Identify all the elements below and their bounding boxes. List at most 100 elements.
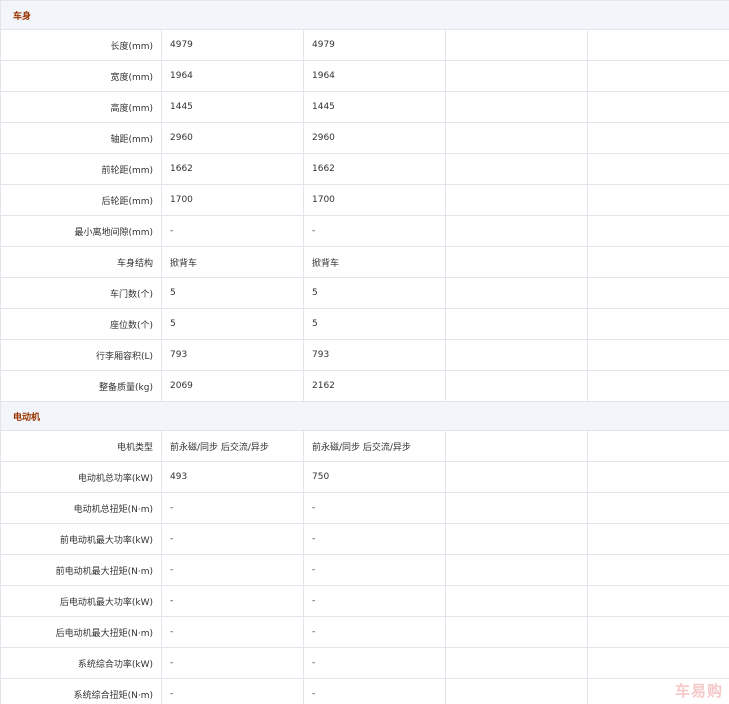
spec-value-col-2: 1700 [303,184,446,216]
spec-value-col-2: 前永磁/同步 后交流/异步 [303,430,446,462]
spec-value-col-4 [587,430,729,462]
spec-value-col-4 [587,461,729,493]
spec-value-col-1: 793 [161,339,304,371]
spec-value-col-3 [445,523,588,555]
table-row: 系统综合功率(kW) - - [0,647,729,679]
spec-label: 宽度(mm) [0,60,162,92]
spec-value-col-3 [445,153,588,185]
spec-value-col-4 [587,523,729,555]
table-row: 系统综合扭矩(N·m) - - [0,678,729,704]
spec-value-col-1: - [161,215,304,247]
spec-value-col-1: 1662 [161,153,304,185]
table-row: 后轮距(mm) 1700 1700 [0,184,729,216]
table-row: 行李厢容积(L) 793 793 [0,339,729,371]
spec-value-col-1: 2069 [161,370,304,402]
spec-label: 轴距(mm) [0,122,162,154]
spec-value-col-2: 4979 [303,29,446,61]
spec-value-col-1: - [161,523,304,555]
spec-value-col-3 [445,60,588,92]
spec-value-col-1: 5 [161,308,304,340]
spec-value-col-3 [445,492,588,524]
spec-label: 系统综合功率(kW) [0,647,162,679]
spec-value-col-1: - [161,616,304,648]
spec-label: 行李厢容积(L) [0,339,162,371]
spec-value-col-3 [445,184,588,216]
spec-value-col-3 [445,308,588,340]
spec-value-col-1: - [161,647,304,679]
spec-value-col-2: 5 [303,308,446,340]
spec-value-col-4 [587,60,729,92]
spec-value-col-4 [587,678,729,704]
spec-value-col-2: 1662 [303,153,446,185]
spec-value-col-3 [445,554,588,586]
spec-value-col-4 [587,647,729,679]
spec-value-col-3 [445,370,588,402]
spec-value-col-4 [587,492,729,524]
spec-value-col-2: 793 [303,339,446,371]
spec-label: 前轮距(mm) [0,153,162,185]
spec-label: 电机类型 [0,430,162,462]
spec-value-col-1: 5 [161,277,304,309]
spec-value-col-4 [587,616,729,648]
spec-value-col-1: - [161,554,304,586]
spec-label: 长度(mm) [0,29,162,61]
spec-value-col-2: 1964 [303,60,446,92]
table-row: 车身结构 掀背车 掀背车 [0,246,729,278]
spec-value-col-1: 1964 [161,60,304,92]
table-row: 轴距(mm) 2960 2960 [0,122,729,154]
spec-value-col-3 [445,678,588,704]
spec-value-col-1: 掀背车 [161,246,304,278]
spec-value-col-1: 2960 [161,122,304,154]
spec-label: 后电动机最大功率(kW) [0,585,162,617]
spec-label: 前电动机最大功率(kW) [0,523,162,555]
spec-value-col-2: 1445 [303,91,446,123]
spec-value-col-1: - [161,678,304,704]
spec-label: 车门数(个) [0,277,162,309]
spec-value-col-2: - [303,678,446,704]
spec-value-col-2: 2162 [303,370,446,402]
spec-value-col-2: - [303,523,446,555]
spec-value-col-2: 掀背车 [303,246,446,278]
spec-page: 车身 长度(mm) 4979 4979 宽度(mm) 1964 1964 高度(mm) 1445… [0,0,729,704]
table-row: 后电动机最大功率(kW) - - [0,585,729,617]
spec-value-col-4 [587,554,729,586]
table-row: 电动机总功率(kW) 493 750 [0,461,729,493]
spec-value-col-3 [445,122,588,154]
spec-value-col-4 [587,153,729,185]
spec-value-col-2: - [303,215,446,247]
table-row: 座位数(个) 5 5 [0,308,729,340]
table-row: 电机类型 前永磁/同步 后交流/异步 前永磁/同步 后交流/异步 [0,430,729,462]
table-row: 后电动机最大扭矩(N·m) - - [0,616,729,648]
spec-label: 前电动机最大扭矩(N·m) [0,554,162,586]
table-row: 高度(mm) 1445 1445 [0,91,729,123]
spec-value-col-1: 前永磁/同步 后交流/异步 [161,430,304,462]
spec-value-col-4 [587,122,729,154]
spec-label: 电动机总功率(kW) [0,461,162,493]
spec-label: 电动机总扭矩(N·m) [0,492,162,524]
spec-value-col-3 [445,430,588,462]
section-header: 电动机 [0,401,729,431]
spec-label: 系统综合扭矩(N·m) [0,678,162,704]
table-row: 整备质量(kg) 2069 2162 [0,370,729,402]
spec-value-col-2: 750 [303,461,446,493]
spec-value-col-4 [587,308,729,340]
section-title: 车身 [0,0,729,30]
spec-label: 整备质量(kg) [0,370,162,402]
spec-value-col-4 [587,339,729,371]
spec-value-col-1: 493 [161,461,304,493]
spec-value-col-2: 2960 [303,122,446,154]
spec-label: 座位数(个) [0,308,162,340]
spec-value-col-4 [587,91,729,123]
spec-label: 后轮距(mm) [0,184,162,216]
spec-value-col-2: - [303,492,446,524]
spec-value-col-3 [445,585,588,617]
spec-value-col-4 [587,370,729,402]
spec-value-col-4 [587,29,729,61]
spec-value-col-3 [445,647,588,679]
spec-value-col-2: - [303,554,446,586]
spec-value-col-1: - [161,585,304,617]
spec-value-col-4 [587,585,729,617]
spec-value-col-3 [445,616,588,648]
section-title: 电动机 [0,401,729,431]
table-row: 宽度(mm) 1964 1964 [0,60,729,92]
